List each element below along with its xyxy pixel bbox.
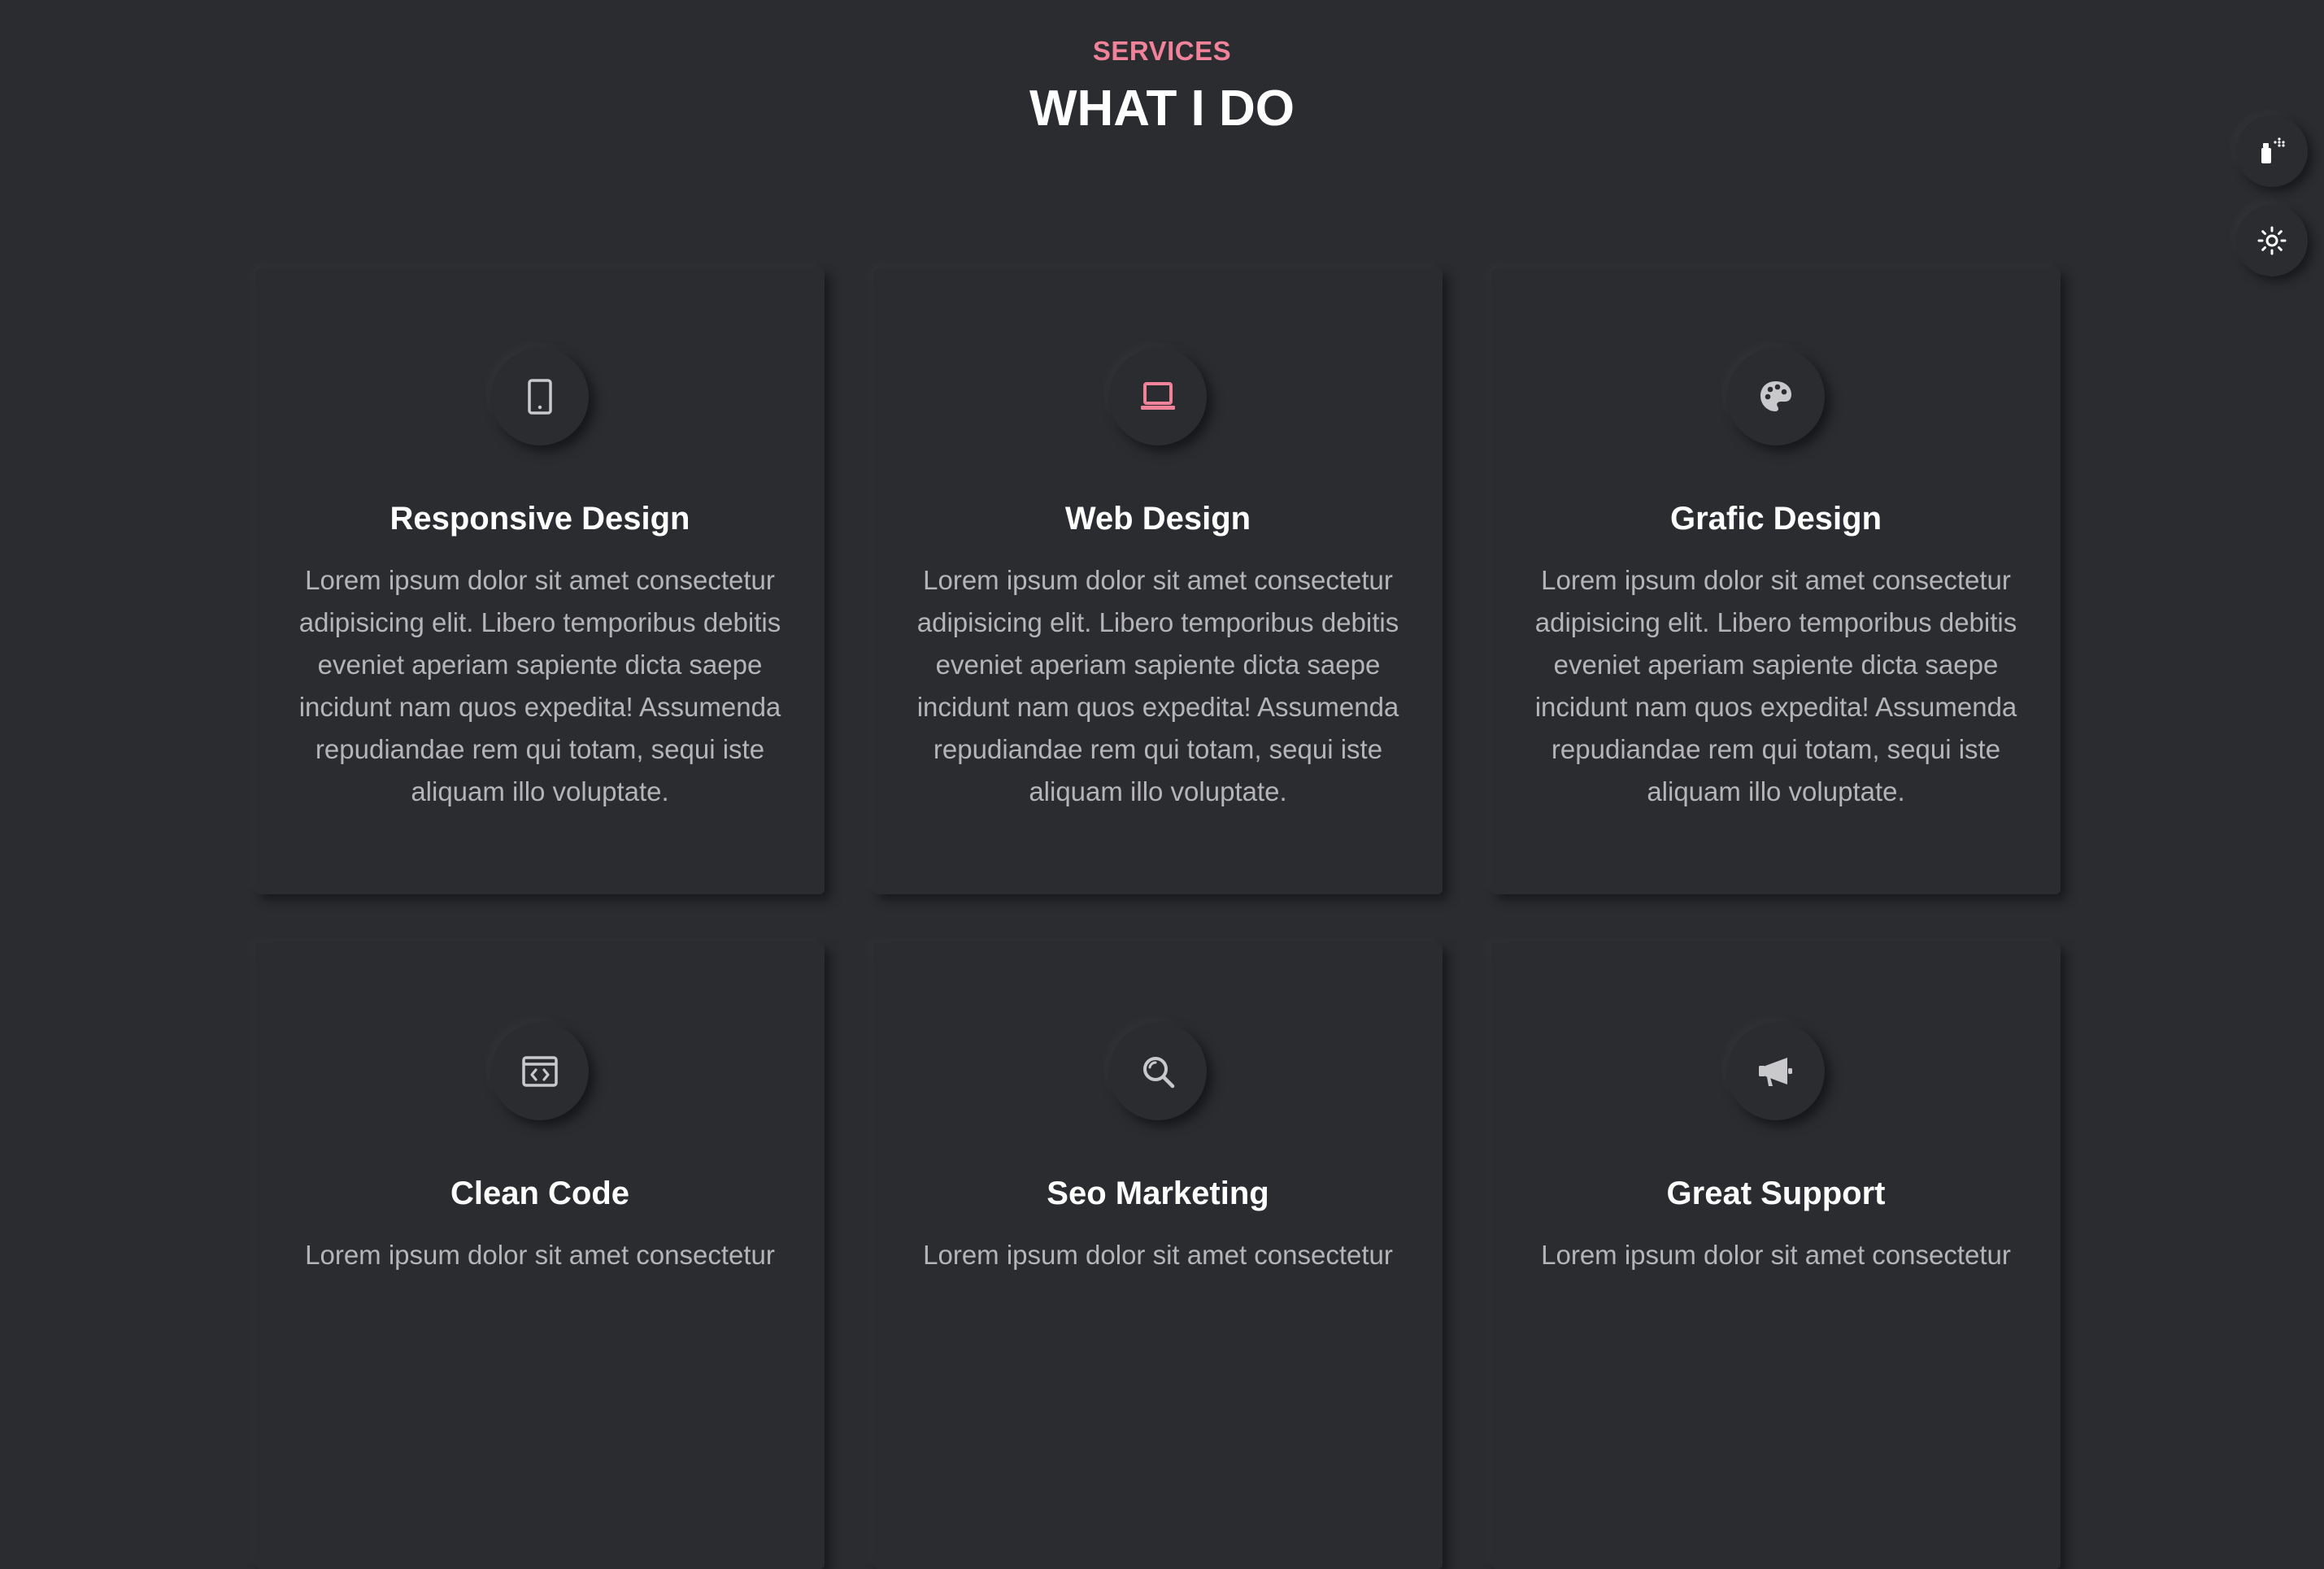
service-title: Clean Code — [450, 1176, 630, 1211]
spray-paint-icon — [2258, 137, 2286, 165]
color-switcher-button[interactable] — [2236, 115, 2308, 187]
service-title: Seo Marketing — [1047, 1176, 1269, 1211]
service-description: Lorem ipsum dolor sit amet consectetur — [923, 1240, 1393, 1270]
section-subtitle: SERVICES — [1092, 36, 1232, 66]
service-card-web-design: Web Design Lorem ipsum dolor sit amet co… — [873, 268, 1443, 894]
service-card-grafic-design: Grafic Design Lorem ipsum dolor sit amet… — [1491, 268, 2061, 894]
service-card-great-support: Great Support Lorem ipsum dolor sit amet… — [1491, 943, 2061, 1569]
service-title: Responsive Design — [390, 501, 690, 537]
section-title: WHAT I DO — [1029, 80, 1295, 137]
service-card-clean-code: Clean Code Lorem ipsum dolor sit amet co… — [255, 943, 825, 1569]
service-card-responsive-design: Responsive Design Lorem ipsum dolor sit … — [255, 268, 825, 894]
palette-icon — [1758, 379, 1794, 415]
laptop-icon — [1139, 380, 1177, 413]
service-icon-circle — [491, 348, 589, 445]
service-title: Great Support — [1666, 1176, 1886, 1211]
service-icon-circle — [1727, 348, 1825, 445]
service-icon-circle — [1109, 1023, 1207, 1120]
tablet-icon — [527, 379, 553, 415]
service-title: Grafic Design — [1669, 501, 1882, 537]
search-icon — [1140, 1054, 1176, 1089]
service-description: Lorem ipsum dolor sit amet consectetur — [1541, 1240, 2011, 1270]
code-window-icon — [521, 1054, 559, 1089]
service-icon-circle — [491, 1023, 589, 1120]
service-card-seo-marketing: Seo Marketing Lorem ipsum dolor sit amet… — [873, 943, 1443, 1569]
service-icon-circle — [1109, 348, 1207, 445]
service-description: Lorem ipsum dolor sit amet consectetur a… — [1534, 565, 2017, 806]
sun-icon — [2257, 226, 2287, 255]
service-title: Web Design — [1064, 501, 1251, 537]
megaphone-icon — [1756, 1054, 1795, 1089]
theme-toggle-button[interactable] — [2236, 205, 2308, 276]
service-icon-circle — [1727, 1023, 1825, 1120]
service-description: Lorem ipsum dolor sit amet consectetur — [305, 1240, 775, 1270]
service-description: Lorem ipsum dolor sit amet consectetur a… — [298, 565, 781, 806]
service-description: Lorem ipsum dolor sit amet consectetur a… — [916, 565, 1399, 806]
